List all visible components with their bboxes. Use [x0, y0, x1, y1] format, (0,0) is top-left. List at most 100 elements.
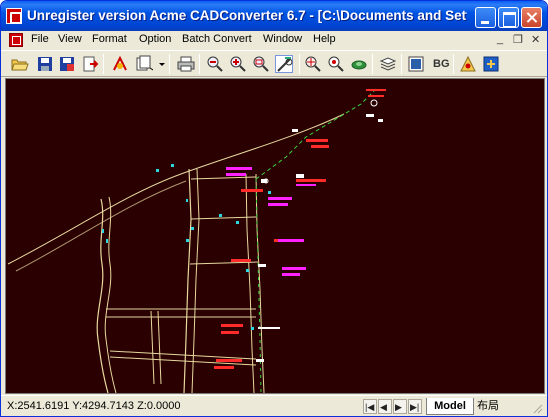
- toolbar: BG: [1, 50, 547, 77]
- toolbar-separator: [169, 54, 170, 74]
- save-icon[interactable]: [36, 55, 54, 73]
- resize-grip-icon[interactable]: [531, 402, 543, 414]
- close-button[interactable]: [521, 7, 542, 28]
- symbol-mark: [292, 129, 298, 132]
- magnifier-icon[interactable]: [327, 55, 345, 73]
- cad-drawing[interactable]: [6, 79, 544, 393]
- zoom-in-icon[interactable]: [229, 55, 247, 73]
- about-icon[interactable]: [482, 55, 500, 73]
- road-line: [183, 168, 192, 393]
- toolbar-separator: [103, 54, 104, 74]
- help-icon[interactable]: [459, 55, 477, 73]
- marker-point: [156, 169, 159, 172]
- label-mark: [282, 267, 306, 270]
- child-minimize-button[interactable]: _: [497, 33, 503, 45]
- first-tab-button[interactable]: |◀: [363, 399, 377, 414]
- background-icon[interactable]: [407, 55, 425, 73]
- coordinate-readout: X:2541.6191 Y:4294.7143 Z:0.0000: [7, 400, 181, 412]
- annotation-mark: [368, 95, 384, 97]
- zoom-realtime-icon[interactable]: [275, 55, 293, 73]
- chevron-down-icon[interactable]: [153, 55, 165, 73]
- road-line: [96, 198, 109, 393]
- save-as-icon[interactable]: [58, 55, 76, 73]
- marker-point: [186, 199, 188, 202]
- marker-point: [236, 221, 239, 224]
- application-window: Unregister version Acme CADConverter 6.7…: [0, 0, 548, 417]
- annotation-mark: [241, 189, 263, 192]
- zoom-window-icon[interactable]: [252, 55, 270, 73]
- zoom-out-icon[interactable]: [206, 55, 224, 73]
- background-toggle[interactable]: BG: [433, 58, 450, 70]
- tab-model[interactable]: Model: [426, 398, 474, 415]
- menu-option[interactable]: Option: [139, 33, 171, 45]
- marker-point: [191, 227, 194, 230]
- toolbar-separator: [372, 54, 373, 74]
- toolbar-separator: [401, 54, 402, 74]
- label-mark: [226, 173, 246, 176]
- marker-point: [268, 191, 271, 194]
- pan-view-icon[interactable]: [350, 55, 368, 73]
- menu-view[interactable]: View: [58, 33, 82, 45]
- menu-batch-convert[interactable]: Batch Convert: [182, 33, 252, 45]
- last-tab-button[interactable]: ▶|: [408, 399, 422, 414]
- document-icon[interactable]: [9, 33, 23, 47]
- marker-point: [186, 239, 189, 242]
- batch-icon[interactable]: [135, 55, 154, 73]
- annotation-mark: [216, 359, 242, 362]
- label-mark: [226, 167, 252, 170]
- title-bar[interactable]: Unregister version Acme CADConverter 6.7…: [1, 1, 547, 31]
- red-annotations: [214, 89, 386, 369]
- print-icon[interactable]: [177, 55, 195, 73]
- layers-icon[interactable]: [379, 55, 397, 73]
- menu-window[interactable]: Window: [263, 33, 302, 45]
- next-tab-button[interactable]: ▶: [393, 399, 407, 414]
- minimize-button[interactable]: [475, 7, 496, 28]
- annotation-mark: [306, 139, 328, 142]
- marker-point: [251, 327, 254, 330]
- annotation-mark: [366, 89, 386, 91]
- label-mark: [296, 184, 316, 186]
- annotation-mark: [311, 145, 329, 148]
- road-line: [157, 310, 162, 385]
- drawing-canvas[interactable]: [5, 78, 545, 394]
- tab-layout[interactable]: 布局: [477, 398, 513, 415]
- marker-point: [106, 239, 108, 243]
- skip-forward-icon: ▶|: [410, 402, 420, 412]
- child-close-button[interactable]: ✕: [531, 33, 540, 46]
- symbol-mark: [378, 119, 383, 122]
- toolbar-separator: [299, 54, 300, 74]
- annotation-mark: [214, 366, 234, 369]
- chevron-left-icon: ◀: [380, 402, 387, 412]
- maximize-button[interactable]: [498, 7, 519, 28]
- menu-file[interactable]: File: [31, 33, 49, 45]
- zoom-extents-icon[interactable]: [304, 55, 322, 73]
- convert-icon[interactable]: [111, 55, 129, 73]
- marker-point: [246, 269, 249, 272]
- open-folder-icon[interactable]: [11, 55, 29, 73]
- road-line: [189, 261, 259, 265]
- prev-tab-button[interactable]: ◀: [378, 399, 392, 414]
- skip-back-icon: |◀: [365, 402, 375, 412]
- export-icon[interactable]: [81, 55, 99, 73]
- toolbar-separator: [199, 54, 200, 74]
- annotation-mark: [296, 179, 326, 182]
- symbol-mark: [258, 264, 266, 267]
- menu-help[interactable]: Help: [313, 33, 336, 45]
- symbol-mark: [366, 114, 374, 117]
- pipeline-line: [255, 88, 377, 180]
- road-line: [104, 196, 117, 393]
- annotation-mark: [221, 331, 239, 334]
- marker-point: [102, 229, 104, 233]
- road-line: [190, 216, 257, 220]
- child-restore-button[interactable]: ❐: [513, 33, 523, 46]
- annotation-mark: [221, 324, 243, 327]
- node-marker: [370, 99, 378, 107]
- annotation-mark: [231, 259, 251, 262]
- menu-format[interactable]: Format: [92, 33, 127, 45]
- symbol-mark: [256, 359, 264, 362]
- road-line: [191, 168, 200, 393]
- symbol-mark: [296, 174, 304, 178]
- label-mark: [268, 203, 288, 206]
- app-logo-icon[interactable]: [6, 8, 22, 24]
- label-mark: [268, 197, 292, 200]
